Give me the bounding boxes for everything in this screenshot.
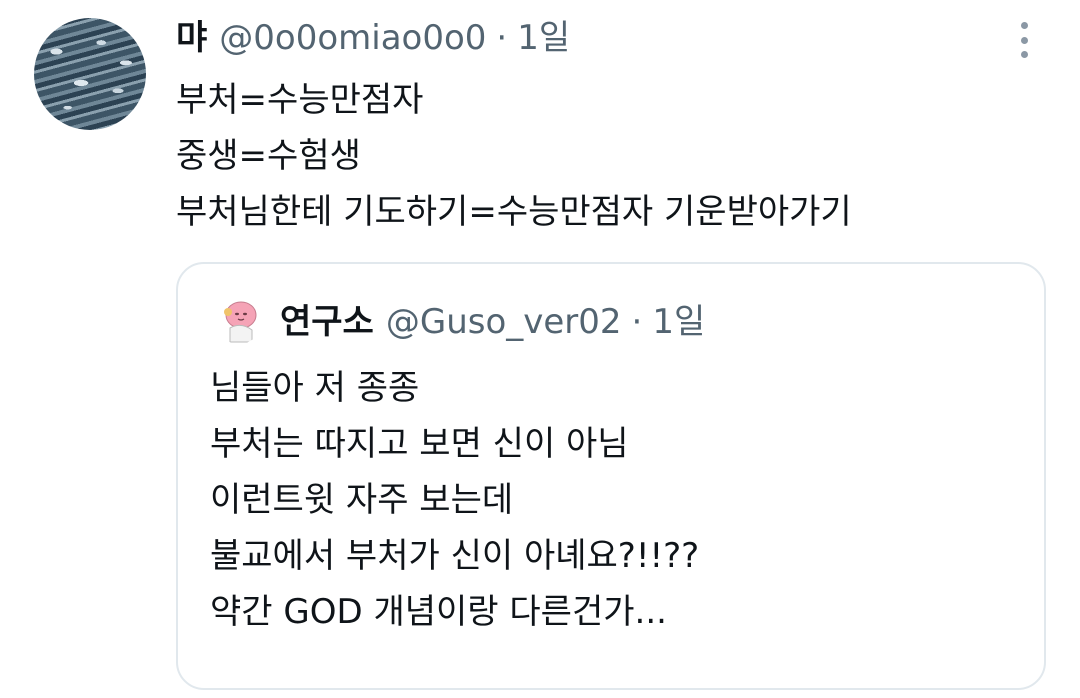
more-dot bbox=[1020, 51, 1028, 58]
separator-dot: · bbox=[631, 302, 643, 342]
quote-line: 불교에서 부처가 신이 아녜요?!!?? bbox=[210, 536, 700, 576]
user-handle[interactable]: @0o0omiao0o0 bbox=[219, 14, 486, 62]
quote-header: 연구소 @Guso_ver02 · 1일 bbox=[280, 298, 705, 346]
quote-line: 부처는 따지고 보면 신이 아님 bbox=[210, 424, 629, 464]
tweet-header: 먀 @0o0omiao0o0 · 1일 bbox=[176, 14, 570, 62]
avatar[interactable] bbox=[34, 18, 146, 130]
pink-character-icon bbox=[224, 301, 257, 343]
more-dot bbox=[1020, 22, 1028, 29]
quote-display-name[interactable]: 연구소 bbox=[280, 298, 374, 346]
separator-dot: · bbox=[496, 18, 508, 58]
quote-line: 님들아 저 종종 bbox=[210, 368, 420, 408]
quote-avatar[interactable] bbox=[216, 298, 262, 344]
quote-line: 이런트윗 자주 보는데 bbox=[210, 480, 514, 520]
quote-tweet[interactable]: 연구소 @Guso_ver02 · 1일 님들아 저 종종 부처는 따지고 보면… bbox=[176, 262, 1046, 690]
more-dot bbox=[1020, 36, 1028, 44]
quote-timestamp[interactable]: 1일 bbox=[652, 298, 705, 346]
more-vertical-icon[interactable] bbox=[1012, 22, 1036, 58]
quote-text: 님들아 저 종종 부처는 따지고 보면 신이 아님 이런트윗 자주 보는데 불교… bbox=[210, 360, 699, 640]
tweet[interactable]: 먀 @0o0omiao0o0 · 1일 부처=수능만점자 중생=수험생 부처님한… bbox=[0, 0, 1080, 698]
display-name[interactable]: 먀 bbox=[176, 14, 207, 62]
tweet-line: 부처님한테 기도하기=수능만점자 기운받아가기 bbox=[176, 192, 852, 232]
tweet-text: 부처=수능만점자 중생=수험생 부처님한테 기도하기=수능만점자 기운받아가기 bbox=[176, 72, 1036, 240]
timestamp[interactable]: 1일 bbox=[517, 14, 570, 62]
quote-line: 약간 GOD 개념이랑 다른건가... bbox=[210, 592, 667, 632]
tweet-line: 부처=수능만점자 bbox=[176, 80, 424, 120]
tweet-line: 중생=수험생 bbox=[176, 136, 361, 176]
quote-user-handle[interactable]: @Guso_ver02 bbox=[386, 298, 622, 346]
